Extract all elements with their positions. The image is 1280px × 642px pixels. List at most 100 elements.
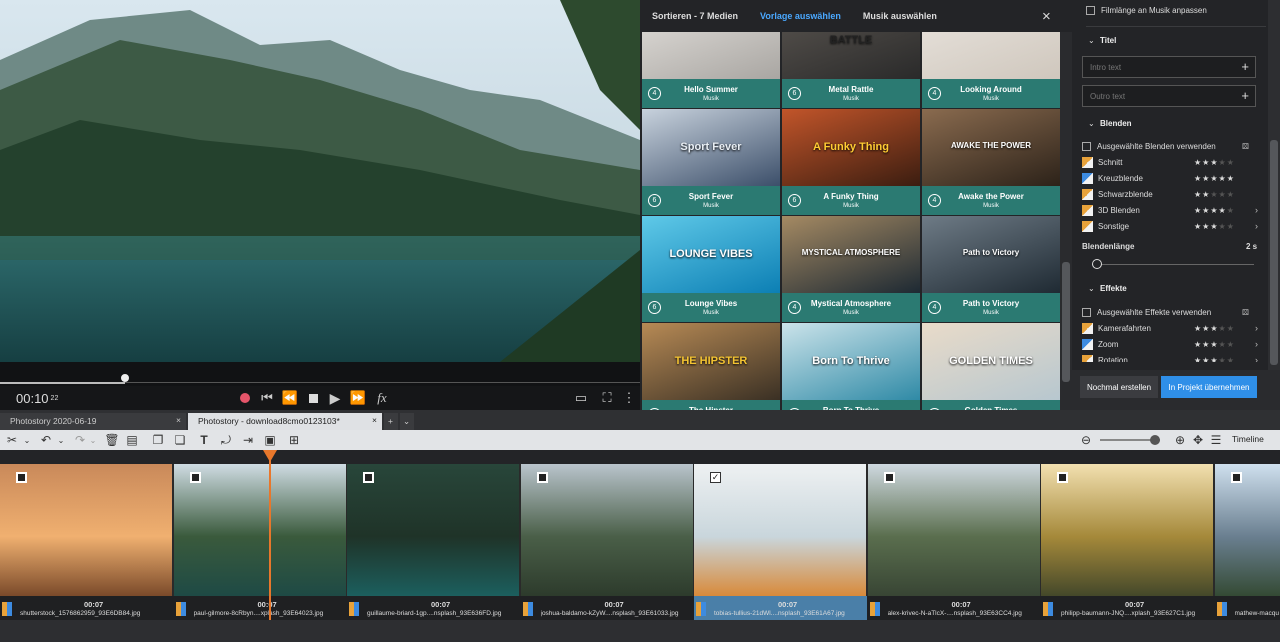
clip-label[interactable]: 00:07 joshua-baldamo-kZyW....nsplash_93E6… bbox=[521, 596, 694, 620]
expand-arrow-icon[interactable]: › bbox=[1255, 205, 1258, 215]
section-blenden[interactable]: Blenden bbox=[1100, 119, 1132, 128]
rating-stars[interactable]: ★★★★★ bbox=[1194, 222, 1235, 231]
fast-forward-icon[interactable]: ⏩ bbox=[350, 386, 366, 410]
use-selected-effects-option[interactable]: Ausgewählte Effekte verwenden ⚄ bbox=[1082, 305, 1262, 319]
trim-icon[interactable]: ⇥ bbox=[240, 432, 256, 448]
fullscreen-icon[interactable]: ⛶ bbox=[598, 386, 616, 410]
transition-icon[interactable] bbox=[175, 602, 186, 616]
marker-icon[interactable]: ⊞ bbox=[286, 432, 302, 448]
template-tile[interactable]: GOLDEN TIMESGolden TimesMusik4 bbox=[922, 323, 1060, 410]
skip-back-icon[interactable]: ⏮ bbox=[260, 386, 274, 410]
blend-item[interactable]: Schnitt ★★★★★ bbox=[1082, 155, 1262, 169]
clip-thumbnail[interactable]: ✓ bbox=[694, 464, 866, 596]
clip-thumbnail[interactable] bbox=[520, 464, 693, 596]
timeline-mode-icon[interactable]: ☰ bbox=[1208, 432, 1224, 448]
section-titel[interactable]: Titel bbox=[1100, 36, 1116, 45]
play-button[interactable]: ▶ bbox=[328, 386, 342, 410]
settings-scroll-thumb[interactable] bbox=[1270, 140, 1278, 365]
preview-scrubber[interactable] bbox=[0, 362, 640, 386]
template-tile[interactable]: Hello Summer Musik 4 bbox=[642, 32, 780, 108]
paste-icon[interactable]: ❏ bbox=[172, 432, 188, 448]
template-tile[interactable]: Born To ThriveBorn To ThriveMusik4 bbox=[782, 323, 920, 410]
template-tile[interactable]: A Funky Thing A Funky Thing Musik 6 bbox=[782, 109, 920, 215]
template-scroll-thumb[interactable] bbox=[1062, 262, 1070, 382]
template-tile[interactable]: LOUNGE VIBES Lounge Vibes Musik 6 bbox=[642, 216, 780, 322]
expand-arrow-icon[interactable]: › bbox=[1255, 323, 1258, 333]
clip-label[interactable]: mathew-macqu bbox=[1215, 596, 1280, 620]
clip-label[interactable]: 00:07 alex-krivec-N-aTlcX-....nsplash_93E… bbox=[868, 596, 1041, 620]
cast-icon[interactable]: ▭ bbox=[572, 386, 590, 410]
rating-stars[interactable]: ★★★★★ bbox=[1194, 356, 1235, 363]
close-tab-icon[interactable]: × bbox=[176, 415, 181, 425]
blend-length-slider[interactable] bbox=[1092, 264, 1254, 265]
more-menu-icon[interactable]: ⋮ bbox=[623, 386, 636, 410]
copy-icon[interactable]: ❐ bbox=[150, 432, 166, 448]
collapse-blenden-icon[interactable]: ⌄ bbox=[1088, 119, 1095, 128]
playhead-marker[interactable] bbox=[263, 450, 277, 462]
blend-item[interactable]: Kreuzblende ★★★★★ bbox=[1082, 171, 1262, 185]
clip-label[interactable]: 00:07 paul-gilmore-8cRbyn....xplash_93E64… bbox=[174, 596, 347, 620]
cut-icon[interactable]: ▤ bbox=[124, 432, 140, 448]
template-tile[interactable]: Path to Victory Path to Victory Musik 4 bbox=[922, 216, 1060, 322]
tab-photostory-2[interactable]: Photostory - download8cmo0123103* × bbox=[188, 413, 382, 430]
intro-text-input[interactable]: Intro text + bbox=[1082, 56, 1256, 78]
redo-icon[interactable]: ↷ bbox=[72, 432, 88, 448]
dice-icon[interactable]: ⚄ bbox=[1242, 308, 1249, 317]
clip-thumbnail[interactable] bbox=[1214, 464, 1280, 596]
transition-icon[interactable] bbox=[349, 602, 359, 616]
outro-text-input[interactable]: Outro text + bbox=[1082, 85, 1256, 107]
rotate-icon[interactable]: ⤾ bbox=[218, 432, 234, 448]
template-tile[interactable]: Looking Around Musik 4 bbox=[922, 32, 1060, 108]
clip-checkbox[interactable] bbox=[363, 472, 374, 483]
clip-thumbnail[interactable] bbox=[173, 464, 346, 596]
expand-arrow-icon[interactable]: › bbox=[1255, 355, 1258, 362]
fit-music-option[interactable]: Filmlänge an Musik anpassen bbox=[1086, 6, 1207, 15]
blend-item[interactable]: 3D Blenden ★★★★★ › bbox=[1082, 203, 1262, 217]
template-tile[interactable]: Sport Fever Sport Fever Musik 6 bbox=[642, 109, 780, 215]
transition-icon[interactable] bbox=[522, 602, 533, 616]
timeline-ruler[interactable] bbox=[0, 450, 1280, 464]
record-button[interactable] bbox=[238, 386, 252, 410]
zoom-slider-handle[interactable] bbox=[1150, 435, 1160, 445]
use-selected-effects-checkbox[interactable] bbox=[1082, 307, 1091, 317]
apply-to-project-button[interactable]: In Projekt übernehmen bbox=[1161, 376, 1257, 398]
template-tile[interactable]: THE HIPSTERThe HipsterMusik6 bbox=[642, 323, 780, 410]
undo-icon[interactable]: ↶ bbox=[38, 432, 54, 448]
effect-item[interactable]: Kamerafahrten ★★★★★ › bbox=[1082, 321, 1262, 335]
rating-stars[interactable]: ★★★★★ bbox=[1194, 206, 1235, 215]
title-icon[interactable]: T bbox=[196, 432, 212, 448]
zoom-out-icon[interactable]: ⊖ bbox=[1078, 432, 1094, 448]
transition-icon[interactable] bbox=[696, 602, 706, 616]
clip-label[interactable]: 00:07 guillaume-briard-1gp....nsplash_93E… bbox=[347, 596, 520, 620]
tab-menu-icon[interactable]: ⌄ bbox=[400, 413, 414, 430]
close-tab-icon[interactable]: × bbox=[372, 415, 377, 425]
clip-checkbox[interactable] bbox=[1230, 472, 1242, 483]
split-icon[interactable]: ✂ bbox=[4, 432, 20, 448]
collapse-titel-icon[interactable]: ⌄ bbox=[1088, 36, 1095, 45]
use-selected-blends-option[interactable]: Ausgewählte Blenden verwenden ⚄ bbox=[1082, 139, 1262, 153]
clip-checkbox[interactable] bbox=[883, 472, 895, 483]
template-tile[interactable]: AWAKE THE POWER Awake the Power Musik 4 bbox=[922, 109, 1060, 215]
clip-checkbox[interactable] bbox=[1057, 472, 1068, 483]
transition-icon[interactable] bbox=[1216, 602, 1227, 616]
snapshot-icon[interactable]: ▣ bbox=[262, 432, 278, 448]
clip-checkbox[interactable]: ✓ bbox=[710, 472, 721, 483]
section-effekte[interactable]: Effekte bbox=[1100, 284, 1127, 293]
tab-photostory-1[interactable]: Photostory 2020-06-19 × bbox=[0, 413, 186, 430]
use-selected-blends-checkbox[interactable] bbox=[1082, 141, 1091, 151]
transition-icon[interactable] bbox=[869, 602, 880, 616]
rating-stars[interactable]: ★★★★★ bbox=[1194, 340, 1235, 349]
expand-arrow-icon[interactable]: › bbox=[1255, 339, 1258, 349]
rating-stars[interactable]: ★★★★★ bbox=[1194, 190, 1235, 199]
zoom-in-icon[interactable]: ⊕ bbox=[1172, 432, 1188, 448]
blend-item[interactable]: Sonstige ★★★★★ › bbox=[1082, 219, 1262, 233]
clip-checkbox[interactable] bbox=[16, 472, 27, 483]
effect-item[interactable]: Zoom ★★★★★ › bbox=[1082, 337, 1262, 351]
scrubber-handle[interactable] bbox=[121, 374, 129, 382]
new-tab-button[interactable]: + bbox=[384, 413, 398, 430]
redo-menu-icon[interactable]: ⌄ bbox=[88, 432, 98, 448]
close-icon[interactable]: × bbox=[1042, 8, 1051, 25]
clip-thumbnail[interactable] bbox=[0, 464, 172, 596]
clip-checkbox[interactable] bbox=[536, 472, 548, 483]
clip-label[interactable]: 00:07 shutterstock_1576862959_93E6DB84.jp… bbox=[0, 596, 173, 620]
